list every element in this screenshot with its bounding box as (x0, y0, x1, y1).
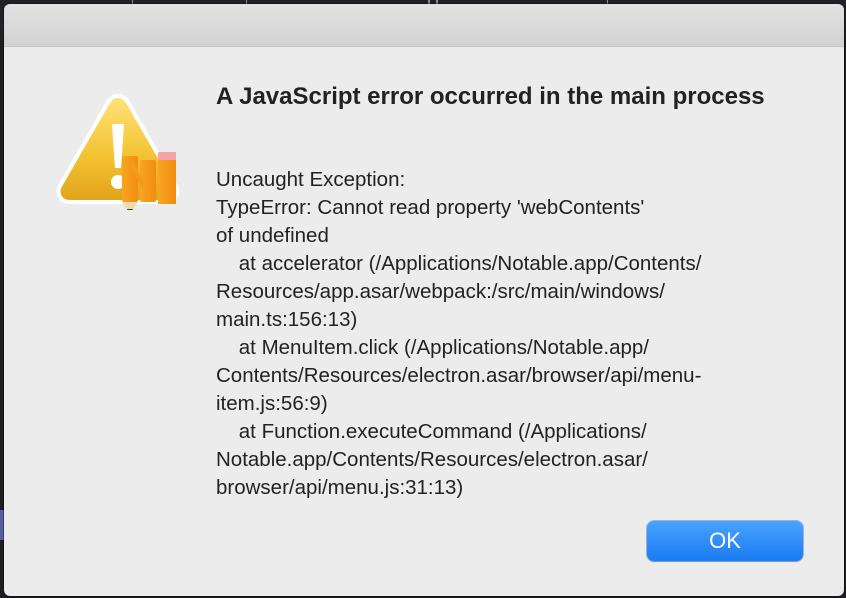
message-line: of undefined (216, 224, 329, 247)
message-line: Contents/Resources/electron.asar/browser… (216, 364, 702, 387)
ok-button[interactable]: OK (647, 521, 803, 561)
message-line: browser/api/menu.js:31:13) (216, 476, 464, 499)
dialog-titlebar (4, 4, 844, 47)
message-line: Notable.app/Contents/Resources/electron.… (216, 448, 648, 471)
message-line: at Function.executeCommand (/Application… (216, 420, 647, 443)
message-line: Resources/app.asar/webpack:/src/main/win… (216, 280, 665, 303)
message-line: Uncaught Exception: (216, 168, 406, 191)
warning-icon (56, 93, 180, 210)
message-line: at accelerator (/Applications/Notable.ap… (216, 252, 702, 275)
error-dialog: A JavaScript error occurred in the main … (4, 4, 844, 596)
message-line: item.js:56:9) (216, 392, 328, 415)
dialog-title: A JavaScript error occurred in the main … (216, 83, 765, 110)
message-line: TypeError: Cannot read property 'webCont… (216, 196, 645, 219)
error-message: Uncaught Exception: TypeError: Cannot rea… (216, 166, 806, 502)
message-line: main.ts:156:13) (216, 308, 358, 331)
message-line: at MenuItem.click (/Applications/Notable… (216, 336, 649, 359)
